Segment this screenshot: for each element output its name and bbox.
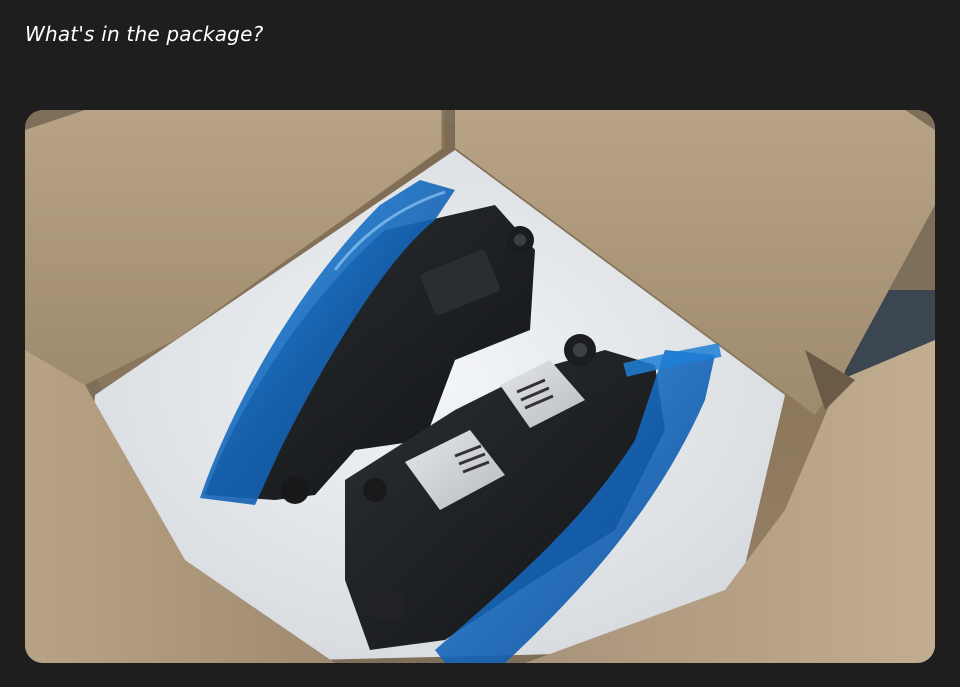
package-photo-illustration [25, 110, 935, 663]
package-contents-photo [25, 110, 935, 663]
product-section: What's in the package? [0, 0, 960, 687]
section-heading: What's in the package? [25, 22, 264, 46]
